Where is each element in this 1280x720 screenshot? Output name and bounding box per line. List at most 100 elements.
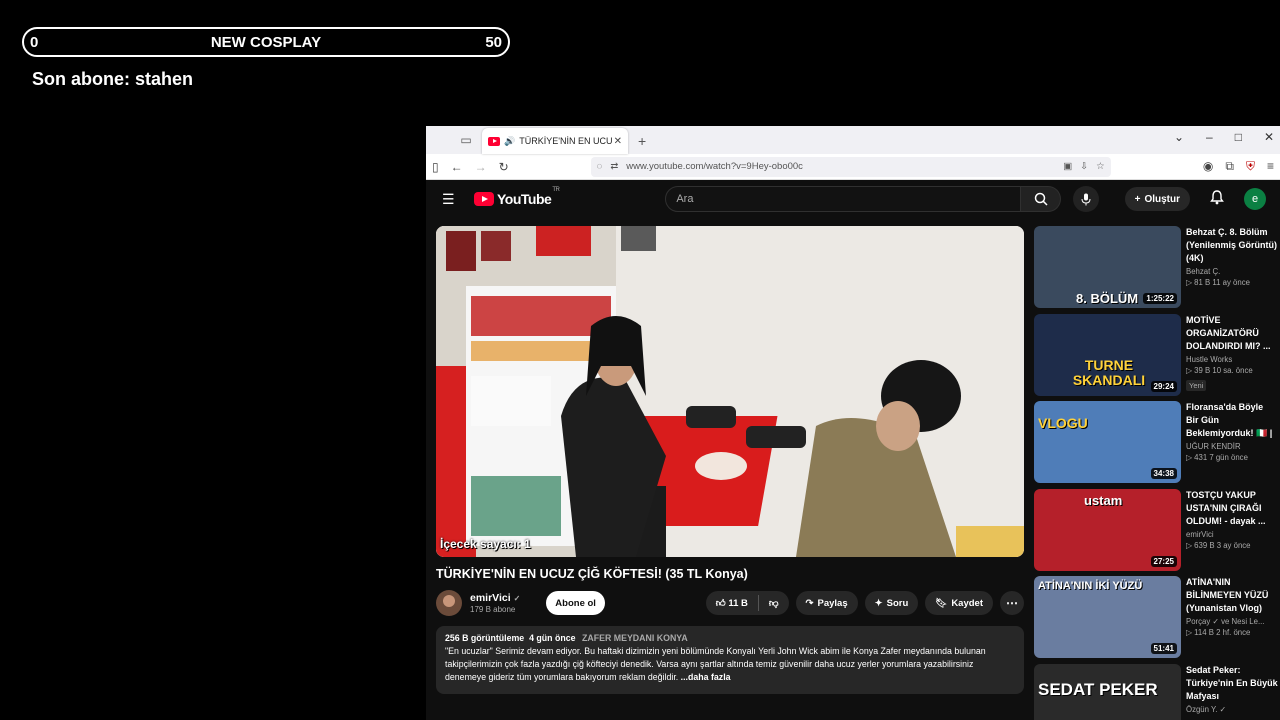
menu-icon[interactable]: ≡ — [1267, 159, 1274, 174]
search-icon — [1034, 192, 1048, 206]
rec-title[interactable]: TOSTÇU YAKUP USTA'NIN ÇIRAĞI OLDUM! - da… — [1186, 489, 1278, 528]
rec-title[interactable]: Floransa'da Böyle Bir Gün Beklemiyorduk!… — [1186, 401, 1278, 440]
rec-stats: ▷ 431 7 gün önce — [1186, 453, 1248, 462]
search-input[interactable]: Ara — [665, 186, 1022, 212]
like-button[interactable]: 👍︎ 11 B — [716, 597, 748, 609]
thumbs-up-icon: 👍︎ — [715, 598, 726, 609]
create-button[interactable]: + Oluştur — [1124, 187, 1190, 211]
video-thumbnail[interactable]: 8. BÖLÜM 1:25:22 — [1034, 226, 1181, 308]
recommended-video[interactable]: 8. BÖLÜM 1:25:22 Behzat Ç. 8. Bölüm (Yen… — [1034, 226, 1280, 308]
channel-name[interactable]: emirVici ✓ — [470, 592, 520, 604]
subscriber-count: 179 B abone — [470, 605, 516, 614]
rec-title[interactable]: Sedat Peker: Türkiye'nin En Büyük Mafyas… — [1186, 664, 1278, 703]
channel-avatar[interactable] — [436, 590, 462, 616]
thumbs-down-icon: 👎︎ — [768, 598, 779, 609]
video-thumbnail[interactable]: SEDAT PEKER — [1034, 663, 1181, 720]
download-icon[interactable]: ⇩ — [1080, 161, 1088, 172]
speaker-icon[interactable]: 🔊 — [504, 136, 515, 147]
ublock-icon[interactable]: ⛨ — [1246, 159, 1255, 174]
tab-list-icon[interactable]: ⌄ — [1174, 130, 1184, 144]
thumbnail-text: VLOGU — [1038, 415, 1088, 431]
address-bar[interactable]: ◌ ⇄ www.youtube.com/watch?v=9Hey-obo00c … — [590, 156, 1111, 177]
shield-icon[interactable]: ◌ — [597, 161, 603, 172]
drink-counter-overlay: İçecek sayacı: 1 — [440, 537, 531, 551]
rec-title[interactable]: Behzat Ç. 8. Bölüm (Yenilenmiş Görüntü) … — [1186, 226, 1278, 265]
youtube-logo[interactable]: YouTube TR — [474, 187, 560, 207]
video-duration: 34:38 — [1150, 468, 1177, 479]
video-thumbnail[interactable]: ustam 27:25 — [1034, 488, 1181, 571]
rec-channel[interactable]: Porçay ✓ ve Nesi Le... — [1186, 617, 1278, 626]
last-subscriber-label: Son abone: stahen — [32, 69, 194, 89]
thumbnail-text: ustam — [1084, 492, 1123, 508]
search-button[interactable] — [1021, 186, 1062, 212]
account-icon[interactable]: ◉ — [1203, 159, 1213, 174]
save-button[interactable]: 🔖︎ Kaydet — [925, 591, 993, 615]
video-thumbnail[interactable]: ATİNA'NIN İKİ YÜZÜ 51:41 — [1034, 576, 1181, 658]
thumbnail-text: TURNE SKANDALI — [1072, 356, 1146, 388]
create-label: Oluştur — [1144, 193, 1180, 205]
youtube-play-icon — [474, 192, 494, 206]
rec-channel[interactable]: emirVici — [1186, 530, 1278, 539]
rec-channel[interactable]: UĞUR KENDİR — [1186, 442, 1278, 451]
rec-title[interactable]: ATİNA'NIN BİLİNMEYEN YÜZÜ (Yunanistan Vl… — [1186, 576, 1278, 615]
video-duration: 29:24 — [1150, 380, 1177, 392]
view-count: 256 B görüntüleme — [445, 633, 525, 643]
thumbnail-text: 8. BÖLÜM — [1076, 291, 1139, 306]
location-tag[interactable]: ZAFER MEYDANI KONYA — [582, 633, 688, 643]
recommended-video[interactable]: ustam 27:25 TOSTÇU YAKUP USTA'NIN ÇIRAĞI… — [1034, 488, 1280, 571]
rec-stats: ▷ 639 B 3 ay önce — [1186, 540, 1251, 550]
hamburger-menu-icon[interactable]: ☰ — [442, 191, 456, 208]
reload-icon[interactable]: ↻ — [499, 160, 509, 174]
thumbnail-text: SEDAT PEKER — [1038, 679, 1158, 699]
recommended-video[interactable]: SEDAT PEKER Sedat Peker: Türkiye'nin En … — [1034, 663, 1280, 720]
more-horizontal-icon: ⋯ — [1006, 596, 1018, 610]
voice-search-button[interactable] — [1073, 186, 1100, 212]
rec-channel[interactable]: Behzat Ç. — [1186, 267, 1278, 276]
youtube-logo-text: YouTube — [497, 191, 552, 207]
permissions-icon[interactable]: ⇄ — [610, 161, 618, 172]
sidebar-toggle-icon[interactable]: ▯ — [432, 160, 439, 174]
url-text[interactable]: www.youtube.com/watch?v=9Hey-obo00c — [626, 161, 1055, 172]
user-avatar[interactable]: e — [1244, 188, 1266, 210]
forward-icon[interactable]: → — [475, 160, 487, 174]
ask-button[interactable]: ✦ Soru — [864, 591, 919, 615]
notifications-bell-icon[interactable] — [1210, 190, 1224, 208]
video-duration: 51:41 — [1150, 643, 1177, 654]
dislike-button[interactable]: 👎︎ — [769, 597, 779, 609]
subscribe-button[interactable]: Abone ol — [546, 591, 605, 615]
maximize-icon[interactable]: □ — [1235, 130, 1242, 144]
show-more-link[interactable]: ...daha fazla — [681, 672, 731, 682]
upload-date: 4 gün önce — [529, 633, 576, 643]
rec-channel[interactable]: Özgün Y. ✓ — [1186, 705, 1278, 714]
more-actions-button[interactable]: ⋯ — [1000, 591, 1024, 615]
browser-tab[interactable]: 🔊 TÜRKİYE'NİN EN UCUZ ÇİĞ ✕ — [482, 128, 628, 154]
back-icon[interactable]: ← — [451, 160, 463, 174]
thumbnail-text: ATİNA'NIN İKİ YÜZÜ — [1038, 580, 1143, 592]
share-icon: ↷ — [805, 597, 814, 609]
bookmark-icon: 🔖︎ — [935, 597, 948, 609]
tab-strip: ▭ 🔊 TÜRKİYE'NİN EN UCUZ ÇİĞ ✕ + ⌄ – □ ✕ — [426, 126, 1280, 154]
extensions-icon[interactable]: ⧉ — [1225, 159, 1234, 174]
recommended-video[interactable]: VLOGU 34:38 Floransa'da Böyle Bir Gün Be… — [1034, 401, 1280, 483]
new-tab-icon[interactable]: + — [638, 133, 646, 149]
rec-title[interactable]: MOTİVE ORGANİZATÖRÜ DOLANDIRDI MI? ... — [1186, 314, 1278, 353]
bookmark-star-icon[interactable]: ☆ — [1096, 161, 1105, 172]
close-tab-icon[interactable]: ✕ — [614, 136, 622, 147]
minimize-icon[interactable]: – — [1206, 130, 1213, 144]
rec-channel[interactable]: Hustle Works — [1186, 355, 1278, 364]
recommended-video[interactable]: ATİNA'NIN İKİ YÜZÜ 51:41 ATİNA'NIN BİLİN… — [1034, 576, 1280, 658]
goal-title: NEW COSPLAY — [210, 33, 322, 51]
share-button[interactable]: ↷ Paylaş — [795, 591, 858, 615]
rec-stats: ▷ 114 B 2 hf. önce — [1186, 628, 1251, 637]
video-frame-image — [436, 226, 1024, 557]
pip-icon[interactable]: ▣ — [1063, 161, 1072, 172]
rec-stats: ▷ 39 B 10 sa. önce — [1186, 365, 1253, 375]
video-thumbnail[interactable]: VLOGU 34:38 — [1034, 401, 1181, 483]
video-player[interactable]: İçecek sayacı: 1 — [436, 226, 1024, 557]
tab-overview-icon[interactable]: ▭ — [456, 130, 476, 150]
video-thumbnail[interactable]: TURNE SKANDALI 29:24 — [1034, 313, 1181, 396]
video-title: TÜRKİYE'NİN EN UCUZ ÇİĞ KÖFTESİ! (35 TL … — [436, 567, 748, 581]
close-window-icon[interactable]: ✕ — [1264, 130, 1274, 144]
description-box[interactable]: 256 B görüntüleme 4 gün önce ZAFER MEYDA… — [436, 626, 1024, 694]
recommended-video[interactable]: TURNE SKANDALI 29:24 MOTİVE ORGANİZATÖRÜ… — [1034, 313, 1280, 396]
